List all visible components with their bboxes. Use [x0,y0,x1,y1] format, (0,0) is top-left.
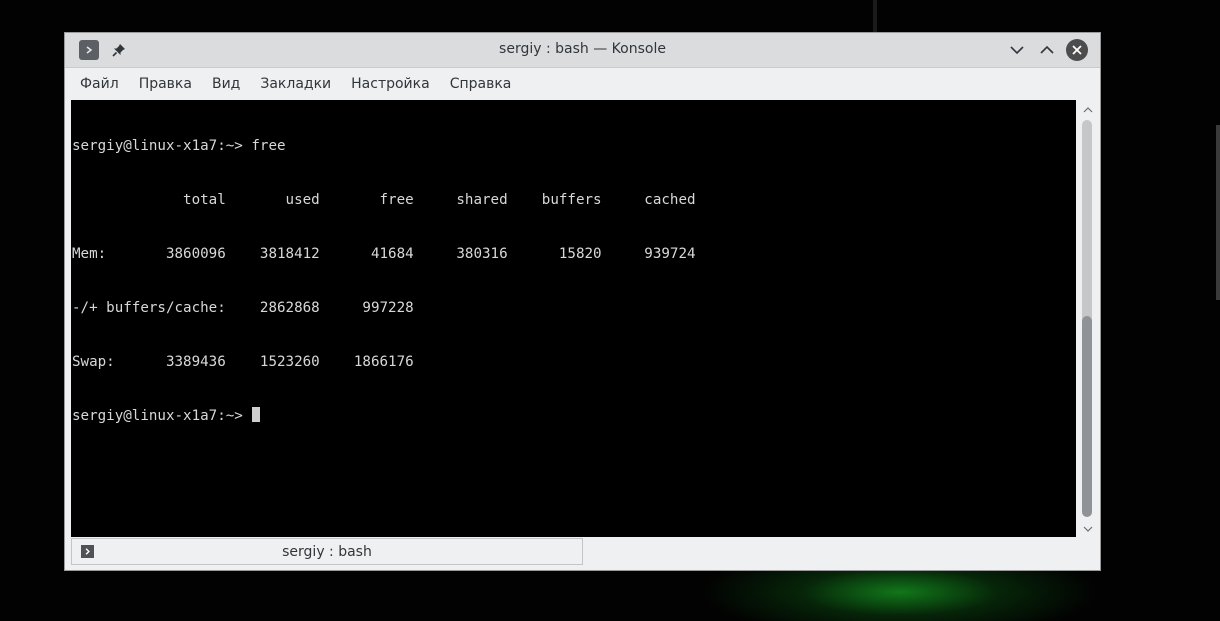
chevron-up-icon[interactable] [1037,40,1057,60]
desktop-background-line [873,0,877,33]
terminal-line: -/+ buffers/cache: 2862868 997228 [72,300,414,316]
menu-bar: Файл Правка Вид Закладки Настройка Справ… [65,69,1100,99]
konsole-window: sergiy : bash — Konsole Файл Правка Вид … [64,32,1101,571]
terminal-line: sergiy@linux-x1a7:~> free [72,138,286,154]
terminal-line: total used free shared buffers cached [72,192,696,208]
vertical-scrollbar[interactable] [1076,100,1100,537]
tab-label: sergiy : bash [282,544,372,560]
desktop-background-edge [1216,125,1220,300]
scroll-up-icon[interactable] [1083,105,1093,115]
menu-bookmarks[interactable]: Закладки [260,76,341,92]
chevron-down-icon[interactable] [1007,40,1027,60]
terminal-output[interactable]: sergiy@linux-x1a7:~> free total used fre… [71,100,1076,537]
tab-session-bash[interactable]: sergiy : bash [71,538,583,565]
text-cursor [252,407,261,422]
menu-settings[interactable]: Настройка [351,76,440,92]
terminal-line: Mem: 3860096 3818412 41684 380316 15820 … [72,246,696,262]
terminal-prompt-line[interactable]: sergiy@linux-x1a7:~> [72,407,1076,425]
scrollbar-thumb[interactable] [1082,316,1092,517]
window-title: sergiy : bash — Konsole [499,41,666,57]
menu-edit[interactable]: Правка [139,76,202,92]
title-bar[interactable]: sergiy : bash — Konsole [65,33,1100,68]
menu-help[interactable]: Справка [450,76,522,92]
terminal-line: Swap: 3389436 1523260 1866176 [72,354,414,370]
terminal-prompt: sergiy@linux-x1a7:~> [72,408,252,424]
menu-view[interactable]: Вид [212,76,250,92]
scroll-down-icon[interactable] [1083,524,1093,534]
close-icon[interactable] [1066,39,1088,61]
menu-file[interactable]: Файл [80,76,129,92]
